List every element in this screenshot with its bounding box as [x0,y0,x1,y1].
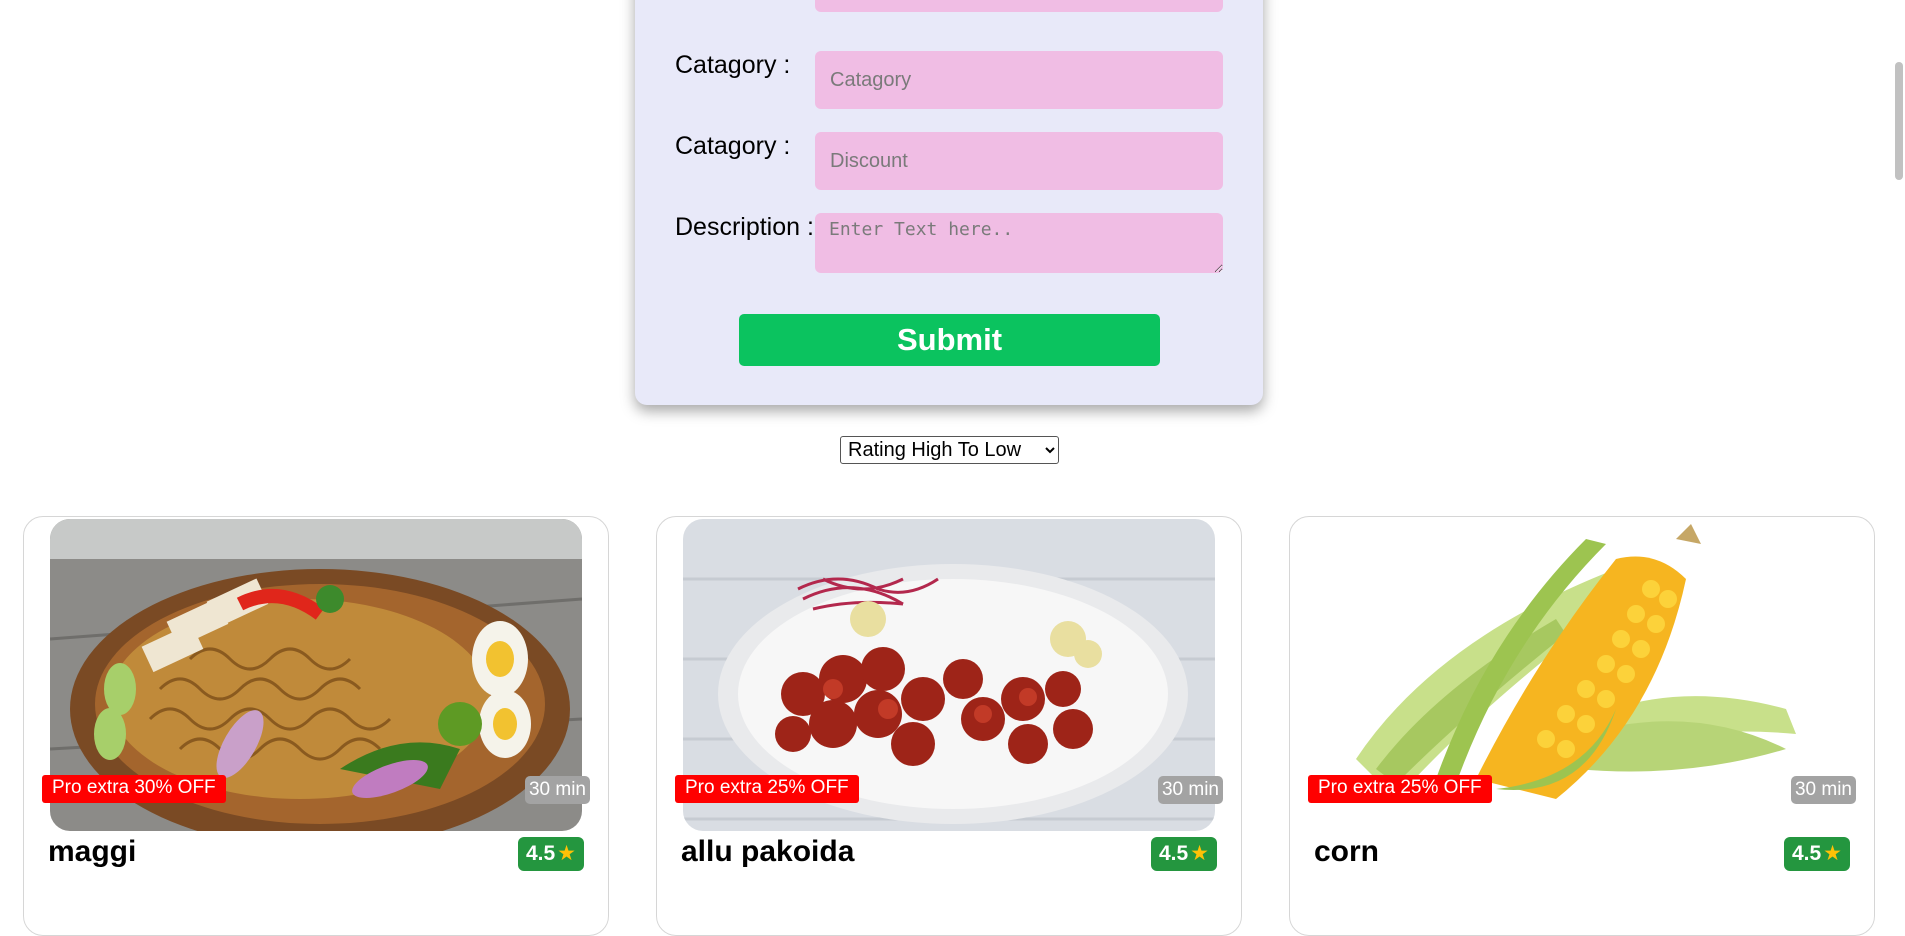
offer-badge: Pro extra 25% OFF [675,775,859,803]
offer-badge: Pro extra 30% OFF [42,775,226,803]
page-scrollbar[interactable] [1891,0,1905,912]
food-card[interactable]: Pro extra 25% OFF 30 min corn 4.5★ [1289,516,1875,936]
rating-value: 4.5 [525,842,556,865]
delivery-time-badge: 30 min [1790,776,1856,804]
food-name: maggi [48,835,137,868]
food-name: corn [1314,835,1380,868]
food-card[interactable]: Pro extra 25% OFF 30 min allu pakoida 4.… [656,516,1242,936]
rating-badge: 4.5★ [1783,837,1850,871]
category-label: Catagory : [675,51,791,79]
food-name: allu pakoida [681,835,855,868]
star-icon: ★ [1823,842,1842,865]
food-card[interactable]: Pro extra 30% OFF 30 min maggi 4.5★ [23,516,609,936]
description-label: Description : [675,213,814,241]
delivery-time-badge: 30 min [524,776,590,804]
sort-select[interactable]: Rating High To Low [840,436,1059,464]
price-input[interactable] [815,0,1223,12]
category-input[interactable] [815,51,1223,109]
scrollbar-thumb[interactable] [1895,62,1903,180]
discount-input[interactable] [815,132,1223,190]
discount-label: Catagory : [675,132,791,160]
description-textarea[interactable] [815,213,1223,273]
rating-badge: 4.5★ [517,837,584,871]
rating-badge: 4.5★ [1150,837,1217,871]
star-icon: ★ [557,842,576,865]
delivery-time-badge: 30 min [1157,776,1223,804]
star-icon: ★ [1190,842,1209,865]
add-item-form: Catagory : Catagory : Description : Subm… [635,0,1263,405]
submit-button[interactable]: Submit [739,314,1160,366]
rating-value: 4.5 [1791,842,1822,865]
offer-badge: Pro extra 25% OFF [1308,775,1492,803]
rating-value: 4.5 [1158,842,1189,865]
